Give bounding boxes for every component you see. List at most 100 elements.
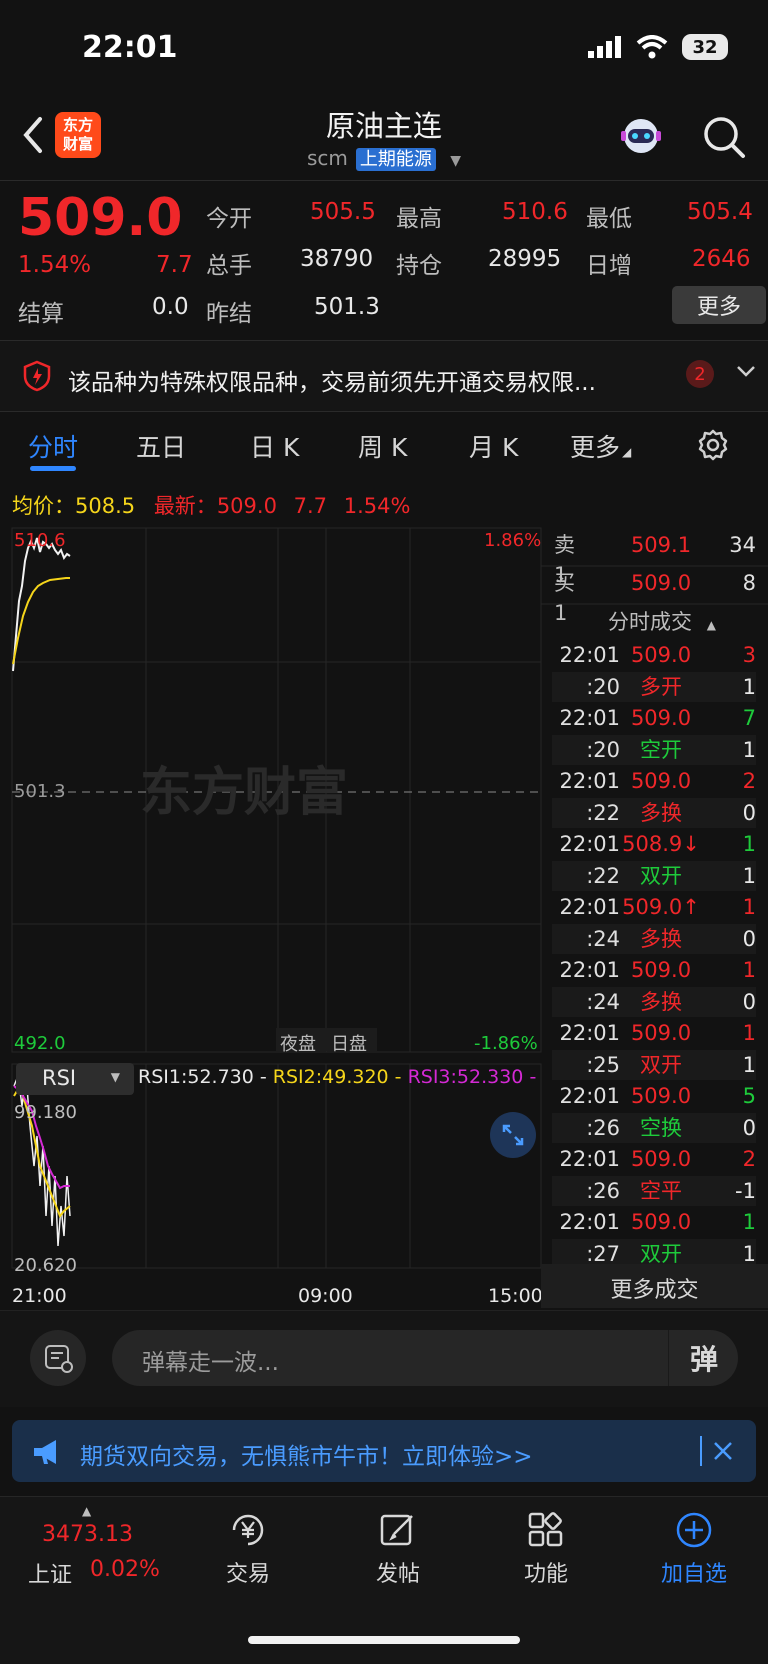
trade-price: 509.0 xyxy=(630,1147,692,1171)
danmu-placeholder: 弹幕走一波... xyxy=(142,1350,279,1376)
tab-intraday[interactable]: 分时 xyxy=(28,428,78,464)
trade-volume: 0 xyxy=(742,989,756,1014)
nav-post-label[interactable]: 发帖 xyxy=(343,1556,453,1588)
index-name[interactable]: 上证 xyxy=(28,1557,72,1589)
status-icons: 32 xyxy=(588,34,728,60)
more-button[interactable]: 更多 xyxy=(672,286,766,324)
prev-settle-label: 昨结 xyxy=(206,301,252,327)
trade-volume: 1 xyxy=(742,674,756,699)
trade-price: 509.0 xyxy=(630,706,692,730)
notice-text: 该品种为特殊权限品种，交易前须先开通交易权限... xyxy=(68,370,596,396)
danmu-toggle-button[interactable]: 弹 xyxy=(668,1330,739,1386)
watermark-text: 东方财富 xyxy=(140,763,349,823)
danmu-settings-icon xyxy=(45,1345,73,1373)
trade-time: 22:01 xyxy=(559,706,620,730)
x-label-mid: 09:00 xyxy=(298,1285,353,1307)
trade-volume: 1 xyxy=(742,863,756,888)
caret-up-icon: ▲ xyxy=(706,618,716,632)
rsi-axis-bottom: 20.620 xyxy=(14,1255,77,1276)
trade-volume: 2 xyxy=(742,769,756,793)
trade-row: :22 多换 0 xyxy=(552,797,756,828)
indicator-select[interactable]: RSI ▼ xyxy=(16,1063,134,1095)
expand-chart-button[interactable] xyxy=(490,1112,536,1158)
avg-value: 508.5 xyxy=(75,494,136,518)
open-interest-label: 持仓 xyxy=(396,253,442,279)
trade-price: 空开 xyxy=(640,737,682,762)
nav-functions-label[interactable]: 功能 xyxy=(491,1556,601,1588)
open-value: 505.5 xyxy=(310,199,376,225)
buy1-label: 买 1 xyxy=(554,571,575,625)
functions-grid-icon[interactable] xyxy=(526,1510,566,1550)
price-info-line: 均价：508.5 最新：509.0 7.7 1.54% xyxy=(12,490,410,520)
trade-yen-icon[interactable] xyxy=(226,1510,270,1550)
open-interest-value: 28995 xyxy=(488,246,562,272)
trade-row: 22:01 509.0↑ 1 xyxy=(552,892,756,922)
index-pct[interactable]: 0.02% xyxy=(90,1557,160,1582)
trade-time: :26 xyxy=(586,1178,620,1203)
y-axis-mid: 501.3 xyxy=(14,781,66,802)
assistant-robot-icon[interactable] xyxy=(616,111,666,161)
banner-divider xyxy=(700,1436,702,1466)
prev-settle-value: 501.3 xyxy=(314,294,380,320)
x-label-start: 21:00 xyxy=(12,1285,67,1307)
tab-weekly-k[interactable]: 周 K xyxy=(358,428,407,464)
indicator-name: RSI xyxy=(42,1066,77,1090)
caret-down-icon: ▼ xyxy=(450,153,462,169)
tab-monthly-k[interactable]: 月 K xyxy=(469,428,518,464)
high-label: 最高 xyxy=(396,206,442,232)
nav-add-watch-label[interactable]: 加自选 xyxy=(639,1556,749,1588)
high-value: 510.6 xyxy=(502,199,568,225)
index-up-icon: ▲ xyxy=(82,1504,92,1518)
trade-price: 509.0 xyxy=(630,958,692,982)
trade-time: :24 xyxy=(586,926,620,951)
danmu-settings-button[interactable] xyxy=(30,1330,86,1386)
trade-price: 508.9↓ xyxy=(622,832,700,856)
trade-row: :20 空开 1 xyxy=(552,734,756,765)
trade-volume: 1 xyxy=(742,1210,756,1234)
trade-row: 22:01 509.0 5 xyxy=(552,1081,756,1111)
index-value[interactable]: 3473.13 xyxy=(42,1522,133,1547)
y-axis-bottom: 492.0 xyxy=(14,1033,66,1054)
trade-price: 多换 xyxy=(640,989,682,1014)
volume-label: 总手 xyxy=(206,253,252,279)
chart-tabs: 分时 五日 日 K 周 K 月 K 更多 ◢ xyxy=(0,420,768,478)
trade-volume: 3 xyxy=(742,643,756,667)
low-label: 最低 xyxy=(586,206,632,232)
contract-code: scm xyxy=(306,146,348,170)
wifi-icon xyxy=(636,35,668,59)
search-icon[interactable] xyxy=(700,113,748,161)
rsi-values: RSI1:52.730 - RSI2:49.320 - RSI3:52.330 … xyxy=(138,1066,536,1088)
trade-volume: 0 xyxy=(742,926,756,951)
session-night-label: 夜盘 xyxy=(280,1034,316,1055)
settings-gear-icon[interactable] xyxy=(696,428,730,462)
close-icon[interactable] xyxy=(712,1440,734,1462)
trade-volume: 7 xyxy=(742,706,756,730)
pct-axis-bottom: -1.86% xyxy=(474,1033,538,1054)
trade-row: 22:01 509.0 2 xyxy=(552,766,756,796)
daily-increase-label: 日增 xyxy=(586,253,632,279)
change-pct: 1.54% xyxy=(18,252,92,278)
low-value: 505.4 xyxy=(687,199,753,225)
daily-increase-value: 2646 xyxy=(692,246,751,272)
chevron-down-icon[interactable] xyxy=(736,364,756,378)
trades-header[interactable]: 分时成交 ▲ xyxy=(608,606,716,636)
caret-icon: ◢ xyxy=(622,445,632,459)
buy1-row: 买 1 509.0 8 xyxy=(552,568,756,625)
trade-price: 509.0 xyxy=(630,769,692,793)
trade-price: 多换 xyxy=(640,926,682,951)
home-indicator xyxy=(248,1636,520,1644)
more-trades-button[interactable]: 更多成交 xyxy=(541,1264,768,1308)
tab-five-day[interactable]: 五日 xyxy=(136,428,186,464)
nav-trade-label[interactable]: 交易 xyxy=(193,1556,303,1588)
tab-more[interactable]: 更多 ◢ xyxy=(570,428,631,464)
pct-axis-top: 1.86% xyxy=(484,530,542,551)
trade-volume: 1 xyxy=(742,1021,756,1045)
add-watchlist-icon[interactable] xyxy=(674,1510,714,1550)
tab-daily-k[interactable]: 日 K xyxy=(250,428,299,464)
x-label-end: 15:00 xyxy=(488,1285,543,1307)
session-day-label: 日盘 xyxy=(331,1034,367,1055)
trade-row: :24 多换 0 xyxy=(552,986,756,1017)
trade-volume: 5 xyxy=(742,1084,756,1108)
trade-time: 22:01 xyxy=(559,895,620,919)
post-edit-icon[interactable] xyxy=(378,1510,418,1550)
